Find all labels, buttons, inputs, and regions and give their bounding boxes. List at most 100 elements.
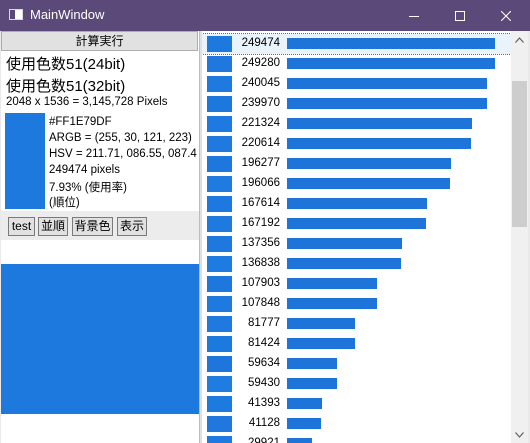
selected-pixel-count: 249474 pixels [49, 164, 120, 176]
selected-usage-rate: 7.93% (使用率) [49, 182, 127, 194]
list-item-count: 249280 [241, 57, 280, 69]
maximize-button[interactable] [437, 0, 483, 31]
list-item-count: 137356 [241, 237, 280, 249]
maximize-icon [455, 10, 465, 21]
list-item-bar [287, 78, 487, 89]
list-item-swatch [207, 376, 232, 392]
list-item-bar [287, 178, 450, 189]
list-item-bar [287, 58, 495, 69]
list-item-swatch [207, 436, 232, 443]
list-item-swatch [207, 236, 232, 252]
list-item-bar [287, 378, 337, 389]
list-item-swatch [207, 156, 232, 172]
list-item-swatch [207, 256, 232, 272]
list-item-count: 220614 [241, 137, 280, 149]
list-item-bar [287, 218, 426, 229]
list-item-bar [287, 198, 427, 209]
list-item[interactable]: 220614 [202, 134, 511, 154]
list-item-bar [287, 138, 471, 149]
list-item-swatch [207, 36, 232, 52]
list-item-count: 196277 [241, 157, 280, 169]
list-item-count: 136838 [241, 257, 280, 269]
list-item[interactable]: 29921 [202, 434, 511, 443]
list-item[interactable]: 107848 [202, 294, 511, 314]
list-item-swatch [207, 136, 232, 152]
list-item[interactable]: 107903 [202, 274, 511, 294]
list-item-bar [287, 278, 377, 289]
list-item-count: 41393 [248, 397, 280, 409]
list-item-count: 196066 [241, 177, 280, 189]
list-item-swatch [207, 336, 232, 352]
list-item[interactable]: 196277 [202, 154, 511, 174]
scroll-down-button[interactable] [511, 426, 528, 443]
sort-button[interactable]: 並順 [38, 217, 68, 236]
list-item[interactable]: 239970 [202, 94, 511, 114]
list-item-swatch [207, 316, 232, 332]
show-button[interactable]: 表示 [117, 217, 147, 236]
list-item[interactable]: 136838 [202, 254, 511, 274]
color-count-32bit: 使用色数51(32bit) [6, 78, 126, 95]
list-item-swatch [207, 176, 232, 192]
list-item-bar [287, 98, 487, 109]
list-item-count: 81424 [248, 337, 280, 349]
list-item-count: 59634 [248, 357, 280, 369]
list-item[interactable]: 59430 [202, 374, 511, 394]
selected-hsv: HSV = 211.71, 086.55, 087.4 [49, 148, 197, 160]
list-item-swatch [207, 296, 232, 312]
left-spacer [1, 240, 199, 264]
color-count-24bit: 使用色数51(24bit) [6, 56, 126, 73]
selected-argb: ARGB = (255, 30, 121, 223) [49, 132, 192, 144]
list-item[interactable]: 137356 [202, 234, 511, 254]
minimize-button[interactable] [391, 0, 437, 31]
list-item[interactable]: 249280 [202, 54, 511, 74]
calculate-button[interactable]: 計算実行 [1, 31, 198, 51]
list-item-bar [287, 238, 402, 249]
list-item-bar [287, 438, 312, 443]
background-color-button[interactable]: 背景色 [72, 217, 113, 236]
list-item-bar [287, 318, 355, 329]
list-item[interactable]: 167192 [202, 214, 511, 234]
close-button[interactable] [483, 0, 529, 31]
list-item-count: 41128 [248, 417, 280, 429]
list-item-bar [287, 258, 401, 269]
list-item[interactable]: 249474 [202, 33, 511, 55]
list-item-swatch [207, 216, 232, 232]
list-item-bar [287, 158, 451, 169]
list-item-count: 107848 [241, 297, 280, 309]
list-item[interactable]: 196066 [202, 174, 511, 194]
vertical-scrollbar[interactable] [511, 31, 528, 443]
window-title: MainWindow [30, 7, 105, 22]
scroll-up-button[interactable] [511, 31, 528, 48]
image-preview [1, 264, 199, 414]
chevron-up-icon [515, 36, 524, 43]
list-item-bar [287, 298, 377, 309]
list-item-count: 167192 [241, 217, 280, 229]
list-item[interactable]: 240045 [202, 74, 511, 94]
list-item-bar [287, 338, 355, 349]
list-item-swatch [207, 356, 232, 372]
app-window-icon [9, 9, 23, 20]
chevron-down-icon [515, 431, 524, 438]
list-item[interactable]: 41128 [202, 414, 511, 434]
list-item-bar [287, 398, 322, 409]
list-item-count: 107903 [241, 277, 280, 289]
list-item[interactable]: 81424 [202, 334, 511, 354]
list-item[interactable]: 41393 [202, 394, 511, 414]
list-item[interactable]: 81777 [202, 314, 511, 334]
list-item-bar [287, 418, 321, 429]
color-list[interactable]: 249474 249280 240045 239970 221324 220614 1962… [202, 31, 511, 443]
selected-hex: #FF1E79DF [49, 116, 112, 128]
list-item[interactable]: 221324 [202, 114, 511, 134]
list-item-swatch [207, 76, 232, 92]
list-item[interactable]: 59634 [202, 354, 511, 374]
title-bar: MainWindow [0, 0, 530, 31]
minimize-icon [409, 15, 419, 17]
list-item[interactable]: 167614 [202, 194, 511, 214]
selected-color-swatch [5, 113, 45, 209]
list-item-swatch [207, 116, 232, 132]
test-button[interactable]: test [8, 217, 35, 236]
list-item-swatch [207, 196, 232, 212]
list-item-count: 29921 [248, 437, 280, 443]
scroll-thumb[interactable] [512, 81, 527, 227]
list-item-bar [287, 118, 472, 129]
